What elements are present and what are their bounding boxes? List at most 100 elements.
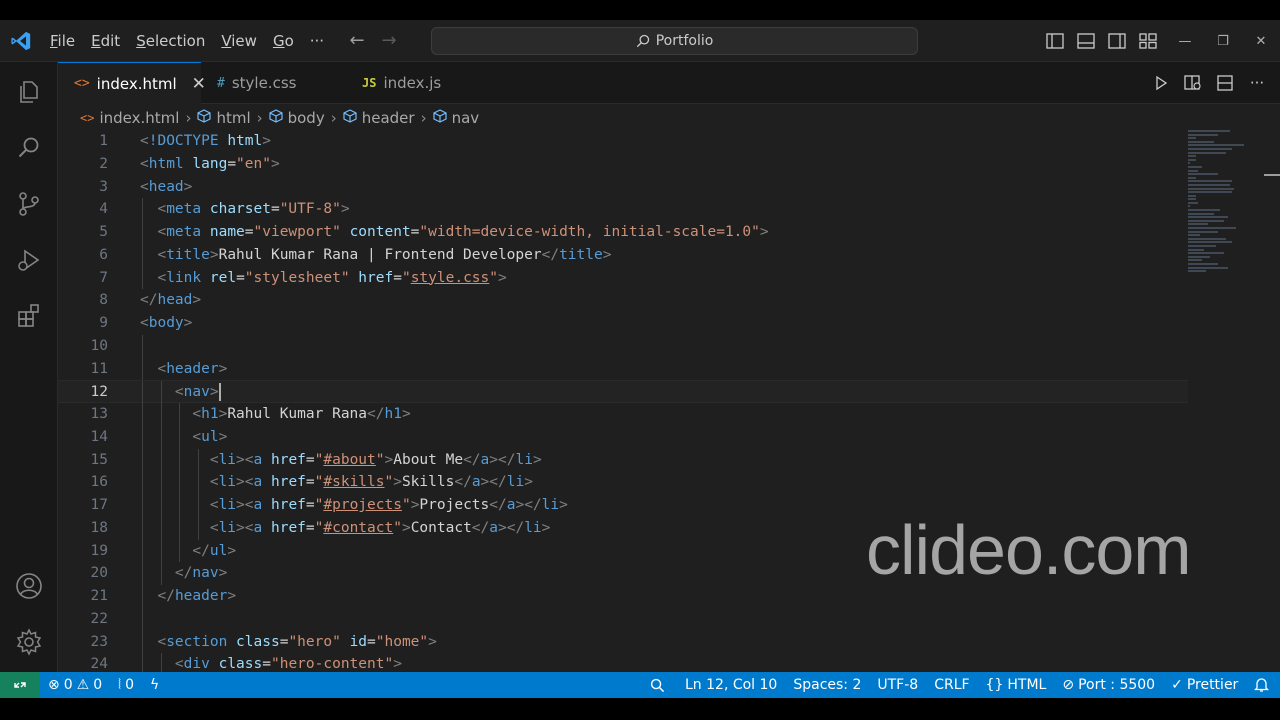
stylesheet-link[interactable]: style.css xyxy=(411,270,490,286)
breadcrumb-body[interactable]: body xyxy=(269,109,325,127)
menu-more-button[interactable]: ··· xyxy=(302,20,332,62)
indent-guide xyxy=(160,516,162,540)
problems-indicator[interactable]: ⊗ 0 ⚠ 0 xyxy=(40,672,110,698)
element-cube-icon xyxy=(432,109,447,127)
cursor-position[interactable]: Ln 12, Col 10 xyxy=(677,672,785,698)
manage-gear-icon[interactable] xyxy=(0,614,58,670)
element-cube-icon xyxy=(197,109,212,127)
code-line: 6 <title>Rahul Kumar Rana | Frontend Dev… xyxy=(58,243,1188,267)
breadcrumb-header[interactable]: header xyxy=(343,109,415,127)
css-file-icon: # xyxy=(217,75,225,91)
tab-index-html[interactable]: <> index.html ✕ xyxy=(58,62,206,104)
notifications-bell-icon[interactable] xyxy=(1246,672,1280,698)
line-number: 5 xyxy=(99,224,108,240)
language-mode[interactable]: {} HTML xyxy=(978,672,1055,698)
breadcrumb-label: header xyxy=(361,109,415,127)
minimap-line xyxy=(1188,230,1218,233)
minimap-line xyxy=(1188,191,1232,194)
customize-layout-icon[interactable] xyxy=(1137,31,1158,52)
accounts-icon[interactable] xyxy=(0,558,58,614)
activity-bar xyxy=(0,62,58,672)
run-file-icon[interactable] xyxy=(1150,72,1172,94)
open-preview-icon[interactable] xyxy=(1182,72,1204,94)
command-center-search[interactable]: Portfolio xyxy=(431,27,918,55)
menu-edit[interactable]: Edit xyxy=(83,20,128,62)
toggle-panel-icon[interactable] xyxy=(1075,31,1096,52)
letterbox-top xyxy=(0,0,1280,20)
line-number: 15 xyxy=(90,451,108,468)
menu-go-label: o xyxy=(284,31,294,50)
menu-view[interactable]: View xyxy=(213,20,265,62)
indent-guide xyxy=(142,266,143,290)
layout-controls xyxy=(1044,20,1158,62)
indent-guide xyxy=(142,381,143,404)
anchor-link-skills[interactable]: #skills xyxy=(323,474,384,490)
encoding[interactable]: UTF-8 xyxy=(869,672,926,698)
remote-indicator-icon[interactable] xyxy=(0,672,40,698)
code-line: 23 <section class="hero" id="home"> xyxy=(58,630,1188,654)
source-control-icon[interactable] xyxy=(0,176,58,232)
split-editor-icon[interactable] xyxy=(1214,72,1236,94)
chevron-right-icon: › xyxy=(256,109,263,127)
minimap[interactable] xyxy=(1188,130,1250,280)
back-arrow-icon[interactable]: ← xyxy=(346,30,368,51)
minimap-line xyxy=(1188,266,1228,269)
prettier-label: Prettier xyxy=(1186,677,1239,693)
more-actions-icon[interactable]: ··· xyxy=(1246,72,1268,94)
indent-guide xyxy=(142,562,143,585)
toggle-secondary-sidebar-icon[interactable] xyxy=(1106,31,1127,52)
indent-guide xyxy=(142,607,143,631)
anchor-link-projects[interactable]: #projects xyxy=(323,497,402,513)
line-ending[interactable]: CRLF xyxy=(926,672,977,698)
prettier-status[interactable]: ✓ Prettier xyxy=(1163,672,1246,698)
indentation[interactable]: Spaces: 2 xyxy=(785,672,869,698)
restore-icon[interactable]: ❐ xyxy=(1204,34,1242,49)
minimap-line xyxy=(1188,137,1196,140)
code-line: 13 <h1>Rahul Kumar Rana</h1> xyxy=(58,403,1188,426)
menu-selection[interactable]: Selection xyxy=(128,20,213,62)
breadcrumb-file[interactable]: <> index.html xyxy=(80,109,179,127)
minimap-line xyxy=(1188,216,1228,219)
anchor-link-contact[interactable]: #contact xyxy=(323,520,393,536)
ports-indicator[interactable]: ⦚ 0 xyxy=(110,672,142,698)
minimap-line xyxy=(1188,176,1196,179)
explorer-icon[interactable] xyxy=(0,64,58,120)
minimap-line xyxy=(1188,223,1208,226)
breadcrumb-nav[interactable]: nav xyxy=(432,109,479,127)
code-line: 3 <head> xyxy=(58,176,1188,199)
minimap-line xyxy=(1188,194,1196,197)
lightning-icon[interactable]: ϟ xyxy=(142,672,167,698)
zoom-icon[interactable] xyxy=(638,672,677,698)
indent-guide xyxy=(198,494,200,517)
line-number: 16 xyxy=(90,474,108,491)
tab-style-css[interactable]: # style.css xyxy=(201,62,346,104)
indent-guide xyxy=(142,425,143,449)
line-number: 8 xyxy=(99,292,108,309)
line-number: 22 xyxy=(90,610,108,627)
forward-arrow-icon[interactable]: → xyxy=(378,30,400,51)
search-icon[interactable] xyxy=(0,120,58,176)
indent-guide xyxy=(198,516,200,540)
tab-label: style.css xyxy=(231,74,297,92)
minimize-icon[interactable]: — xyxy=(1166,34,1204,49)
indent-guide xyxy=(160,653,162,672)
indent-guide xyxy=(160,539,162,563)
indent-guide xyxy=(179,516,181,540)
anchor-link-about[interactable]: #about xyxy=(323,452,375,468)
error-icon: ⊗ xyxy=(48,677,60,693)
minimap-line xyxy=(1188,165,1202,168)
minimap-line xyxy=(1188,130,1230,132)
toggle-primary-sidebar-icon[interactable] xyxy=(1044,31,1065,52)
extensions-icon[interactable] xyxy=(0,288,58,344)
close-window-icon[interactable]: ✕ xyxy=(1242,34,1280,49)
breadcrumb-html[interactable]: html xyxy=(197,109,251,127)
line-number: 20 xyxy=(90,565,108,582)
menu-edit-label: dit xyxy=(100,31,121,50)
menu-go[interactable]: Go xyxy=(265,20,302,62)
indent-guide xyxy=(142,539,143,563)
menu-file[interactable]: File xyxy=(42,20,83,62)
code-editor[interactable]: <> index.html › html › body › header › na… xyxy=(58,104,1280,672)
tab-index-js[interactable]: JS index.js xyxy=(346,62,488,104)
live-server-port[interactable]: ⊘ Port : 5500 xyxy=(1054,672,1163,698)
run-and-debug-icon[interactable] xyxy=(0,232,58,288)
